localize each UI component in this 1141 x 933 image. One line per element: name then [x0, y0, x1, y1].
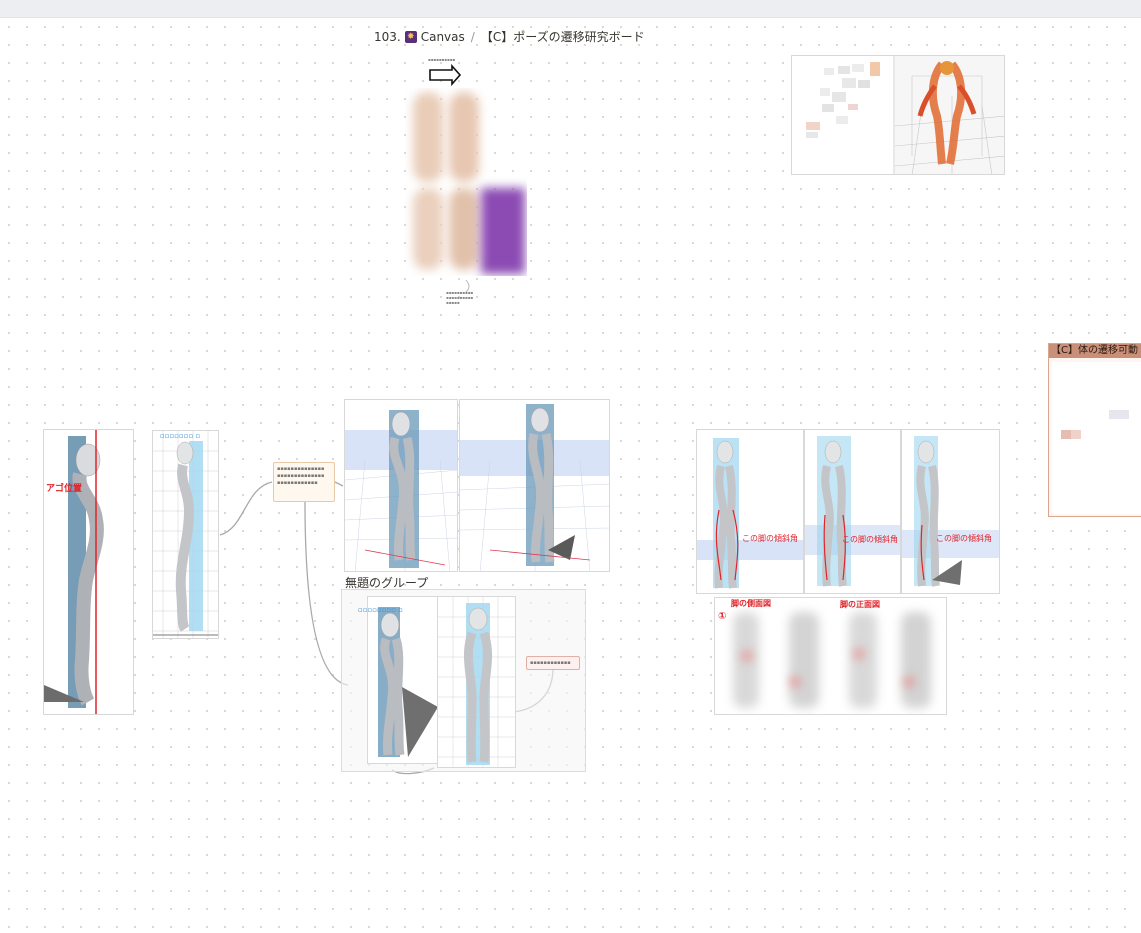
reference-image-top[interactable] [405, 88, 527, 276]
leg-side-view-label: 脚の側面図 [731, 599, 771, 608]
figure-3d-card-1[interactable] [344, 399, 458, 572]
group-figure-card-2[interactable] [437, 596, 516, 768]
leg-angle-label-1: この脚の傾斜角 [742, 534, 798, 543]
figure-3d-illustration-1 [345, 410, 457, 571]
grid-figure-caption: ▫▫▫▫▫▫▫ ▫ [160, 432, 201, 440]
figure-side-illustration [44, 430, 104, 714]
leg-angle-card-1[interactable] [696, 429, 804, 594]
figure-grid-illustration [153, 431, 218, 638]
note-card-group[interactable]: ▪▪▪▪▪▪▪▪▪▪▪▪ [526, 656, 580, 670]
leg-angle-label-2: この脚の傾斜角 [842, 535, 898, 544]
ui-thumbnails [806, 56, 1004, 174]
note-card-left[interactable]: ▪▪▪▪▪▪▪▪▪▪▪▪▪▪ ▪▪▪▪▪▪▪▪▪▪▪▪▪▪ ▪▪▪▪▪▪▪▪▪▪… [273, 462, 335, 502]
software-screenshot-card[interactable] [791, 55, 1005, 175]
leg-angle-label-3: この脚の傾斜角 [936, 534, 992, 543]
leg-angle-illustration-2 [805, 436, 900, 587]
group-figure-illustration-1 [378, 607, 438, 757]
figure-grid-side-card[interactable] [152, 430, 219, 639]
leg-angle-card-3[interactable] [901, 429, 1000, 594]
circled-number-one: ① [718, 611, 727, 622]
leg-angle-illustration-1 [697, 438, 803, 589]
group-figure-illustration-2 [438, 597, 515, 767]
leg-front-view-label: 脚の正面図 [840, 600, 880, 609]
side-card-body-transition[interactable]: 【C】体の遷移可動 [1048, 343, 1141, 517]
group-figure-card-1[interactable] [367, 596, 440, 764]
figure-3d-illustration-2 [460, 404, 609, 571]
group-figure-caption: ▫▫▫▫▫▫▫▫ ▫ [358, 606, 403, 614]
leg-angle-illustration-3 [902, 436, 999, 587]
figure-3d-card-2[interactable] [459, 399, 610, 572]
jaw-position-label: アゴ位置 [46, 484, 83, 494]
leg-angle-card-2[interactable] [804, 429, 901, 594]
side-card-title: 【C】体の遷移可動 [1049, 344, 1141, 358]
untitled-group[interactable]: ▪▪▪▪▪▪▪▪▪▪▪▪ [341, 589, 586, 772]
leg-views-card[interactable] [714, 597, 947, 715]
caption-bottom: ▪▪▪▪▪▪▪▪▪▪ ▪▪▪▪▪▪▪▪▪▪ ▪▪▪▪▪ [446, 290, 474, 305]
figure-side-jaw-card[interactable] [43, 429, 134, 715]
